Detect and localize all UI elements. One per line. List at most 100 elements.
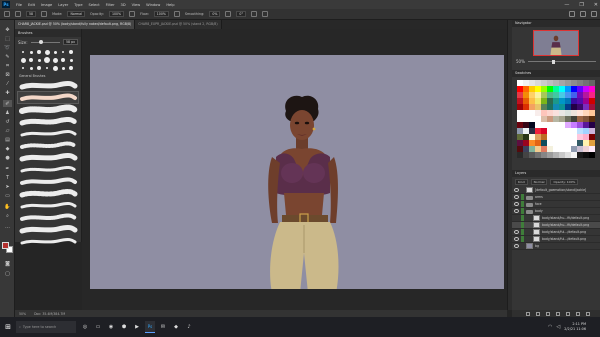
brush-size-field[interactable]: 58: [26, 11, 37, 17]
zoom-level[interactable]: 50%: [19, 312, 26, 316]
pen-tool-icon[interactable]: ✒: [3, 165, 12, 172]
start-button[interactable]: ⊞: [0, 317, 16, 337]
brush-preset[interactable]: [20, 49, 26, 55]
navigator-zoom-knob[interactable]: [551, 59, 555, 64]
menu-item-type[interactable]: Type: [74, 3, 82, 7]
blur-tool-icon[interactable]: ◆: [3, 145, 12, 152]
history-brush-tool-icon[interactable]: ↺: [3, 118, 12, 125]
marquee-tool-icon[interactable]: ⬚: [3, 35, 12, 42]
layer-row[interactable]: body/stand/hu...fit/default.png: [512, 222, 600, 229]
pressure-size-icon[interactable]: [251, 11, 258, 17]
color-swatches[interactable]: [2, 242, 13, 253]
taskbar-app-icon[interactable]: ◉: [106, 321, 116, 333]
color-swatch[interactable]: [589, 152, 595, 158]
brush-size-value[interactable]: 58 px: [63, 39, 78, 45]
brush-stroke-preview[interactable]: [18, 236, 78, 247]
brush-stroke-preview[interactable]: [18, 128, 78, 139]
layer-group-row[interactable]: face: [512, 201, 600, 208]
mode-select[interactable]: Normal: [67, 11, 85, 17]
stamp-tool-icon[interactable]: ♟: [3, 109, 12, 116]
brush-tool-icon[interactable]: [15, 11, 21, 17]
brush-preset[interactable]: [52, 57, 58, 63]
delete-layer-icon[interactable]: [586, 311, 590, 316]
brush-preset[interactable]: [52, 65, 58, 71]
taskbar-app-icon[interactable]: ✉: [158, 321, 168, 333]
brush-preset[interactable]: [68, 49, 74, 55]
symmetry-icon[interactable]: [262, 11, 269, 17]
menu-item-edit[interactable]: Edit: [28, 3, 35, 7]
brush-stroke-preview[interactable]: [18, 80, 78, 91]
opacity-field[interactable]: 100%: [108, 11, 125, 17]
canvas[interactable]: [90, 55, 504, 289]
menu-item-layer[interactable]: Layer: [58, 3, 68, 7]
taskbar-app-icon[interactable]: Ps: [145, 321, 155, 333]
layer-group-row[interactable]: arms: [512, 194, 600, 201]
brush-preset[interactable]: [44, 65, 50, 71]
brush-preset[interactable]: [60, 57, 66, 63]
new-layer-icon[interactable]: [576, 311, 580, 316]
healing-tool-icon[interactable]: ✚: [3, 89, 12, 96]
layer-filter-kind[interactable]: Kind: [515, 179, 528, 185]
brush-preset[interactable]: [28, 49, 34, 55]
network-icon[interactable]: ◠: [548, 324, 552, 330]
new-group-icon[interactable]: [566, 311, 570, 316]
brush-tool-icon[interactable]: ✐: [3, 100, 12, 107]
taskbar-clock[interactable]: 2:11 PM 2/2/21 11:06: [564, 322, 586, 332]
brush-preset[interactable]: [52, 49, 58, 55]
document-tab[interactable]: CHAR8_EXPR_JACKIE.psd @ 50% (stand 2, RG…: [135, 20, 222, 29]
lasso-tool-icon[interactable]: ➰: [3, 44, 12, 51]
menu-item-view[interactable]: View: [132, 3, 141, 7]
brush-preset[interactable]: [68, 65, 74, 71]
eyedropper-tool-icon[interactable]: ⁄: [3, 80, 12, 87]
visibility-eye-icon[interactable]: [514, 230, 519, 234]
rectangle-tool-icon[interactable]: ▭: [3, 192, 12, 199]
menu-item-help[interactable]: Help: [166, 3, 174, 7]
link-layers-icon[interactable]: [526, 311, 530, 316]
brush-preset[interactable]: [36, 65, 42, 71]
close-button[interactable]: ✕: [594, 2, 598, 8]
taskbar-app-icon[interactable]: ◎: [80, 321, 90, 333]
smoothing-options-icon[interactable]: [225, 11, 232, 17]
screen-mode-icon[interactable]: ▢: [3, 270, 12, 277]
brush-stroke-preview[interactable]: [18, 176, 78, 187]
brush-preset[interactable]: [28, 65, 34, 71]
volume-icon[interactable]: ◁: [556, 324, 560, 330]
visibility-eye-icon[interactable]: [514, 188, 519, 192]
brush-preset[interactable]: [36, 57, 42, 63]
angle-field[interactable]: 0°: [236, 11, 247, 17]
visibility-eye-icon[interactable]: [514, 237, 519, 241]
layer-row[interactable]: body/stand/ful.../default.png: [512, 236, 600, 243]
eraser-tool-icon[interactable]: ▱: [3, 127, 12, 134]
gradient-tool-icon[interactable]: ▤: [3, 136, 12, 143]
brush-preset[interactable]: [28, 57, 34, 63]
crop-tool-icon[interactable]: ⌗: [3, 62, 12, 69]
adjustment-layer-icon[interactable]: [556, 311, 560, 316]
brush-preset[interactable]: [60, 65, 66, 71]
layer-blend-mode[interactable]: Normal: [530, 179, 548, 185]
menu-item-filter[interactable]: Filter: [106, 3, 115, 7]
brush-stroke-preview[interactable]: [18, 116, 78, 127]
layer-group-row[interactable]: body: [512, 208, 600, 215]
layer-opacity[interactable]: Opacity: 100%: [550, 179, 579, 185]
navigator-zoom-value[interactable]: 50%: [516, 59, 525, 64]
workspace-icon[interactable]: [580, 11, 586, 17]
brush-preset[interactable]: [60, 49, 66, 55]
move-tool-icon[interactable]: ✥: [3, 26, 12, 33]
taskbar-app-icon[interactable]: ▭: [93, 321, 103, 333]
layer-row[interactable]: [default_goemotion/stand/jackie]: [512, 187, 600, 194]
navigator-zoom-slider[interactable]: [527, 59, 596, 64]
zoom-tool-icon[interactable]: ⌕: [3, 212, 12, 219]
path-select-tool-icon[interactable]: ➤: [3, 183, 12, 190]
dodge-tool-icon[interactable]: ●: [3, 154, 12, 161]
brush-preset[interactable]: [68, 57, 74, 63]
foreground-color-swatch[interactable]: [2, 242, 9, 249]
brush-size-slider-knob[interactable]: [39, 40, 44, 44]
brush-stroke-preview[interactable]: [18, 140, 78, 151]
add-mask-icon[interactable]: [546, 311, 550, 316]
brush-preset[interactable]: [20, 57, 26, 63]
brush-preset[interactable]: [44, 57, 50, 63]
home-icon[interactable]: [4, 11, 10, 17]
layer-row[interactable]: body/stand/ful.../default.png: [512, 229, 600, 236]
visibility-eye-icon[interactable]: [514, 202, 519, 206]
brush-stroke-preview[interactable]: [18, 164, 78, 175]
